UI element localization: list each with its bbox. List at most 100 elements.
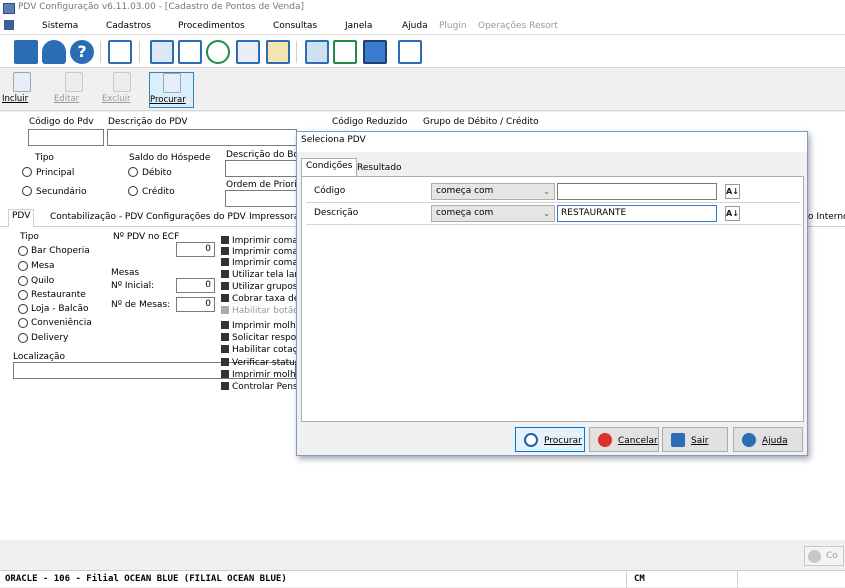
menu-sistema[interactable]: Sistema (42, 21, 78, 31)
saldo-debito-radio[interactable] (128, 167, 138, 177)
cancel-icon (598, 433, 612, 447)
option-checkbox[interactable] (221, 247, 229, 255)
help-icon (742, 433, 756, 447)
option-label: Controlar Pensã (232, 382, 304, 392)
confirm-button: Co (804, 546, 844, 566)
tipo-mesa-label: Mesa (31, 261, 55, 271)
codigo-pdv-label: Código do Pdv (29, 117, 94, 127)
editar-button: Editar (54, 72, 94, 108)
tipo-quilo-label: Quilo (31, 276, 55, 286)
menu-janela[interactable]: Janela (345, 21, 372, 31)
ordem-input[interactable] (225, 190, 297, 207)
status-divider (626, 571, 627, 588)
option-label: Habilitar cotaçã (232, 345, 304, 355)
calculator-icon[interactable] (305, 40, 329, 64)
descricao-botao-input[interactable] (225, 160, 297, 177)
menu-procedimentos[interactable]: Procedimentos (178, 21, 245, 31)
codigo-reduzido-label: Código Reduzido (332, 117, 408, 127)
ajuda-button[interactable]: Ajuda (733, 427, 803, 452)
tipo-conveniencia-radio[interactable] (18, 318, 28, 328)
option-checkbox[interactable] (221, 345, 229, 353)
incluir-button[interactable]: Incluir (2, 72, 42, 108)
mail-icon[interactable] (178, 40, 202, 64)
cancelar-button[interactable]: Cancelar (589, 427, 659, 452)
tipo-bar-radio[interactable] (18, 246, 28, 256)
send-mail-icon[interactable] (333, 40, 357, 64)
option-checkbox[interactable] (221, 294, 229, 302)
tipo-secundario-radio[interactable] (22, 186, 32, 196)
window-title: PDV Configuração v6.11.03.00 - [Cadastro… (18, 2, 304, 12)
option-checkbox[interactable] (221, 370, 229, 378)
descricao-label: Descrição do PDV (108, 117, 188, 127)
menu-ajuda[interactable]: Ajuda (402, 21, 428, 31)
saldo-credito-radio[interactable] (128, 186, 138, 196)
option-checkbox[interactable] (221, 236, 229, 244)
tab-resultado[interactable]: Resultado (353, 161, 406, 175)
system-menu-icon[interactable] (4, 20, 14, 30)
tipo-delivery-label: Delivery (31, 333, 69, 343)
toolbar-separator (100, 41, 101, 63)
tipo-restaurante-radio[interactable] (18, 290, 28, 300)
option-checkbox[interactable] (221, 258, 229, 266)
option-checkbox[interactable] (221, 282, 229, 290)
help-icon[interactable]: ? (70, 40, 94, 64)
report-icon[interactable] (236, 40, 260, 64)
operator-select[interactable]: começa com ⌄ (431, 205, 555, 222)
sair-button[interactable]: Sair (662, 427, 728, 452)
inicial-input[interactable]: 0 (176, 278, 215, 293)
operator-value: começa com (436, 186, 494, 196)
option-checkbox[interactable] (221, 358, 229, 366)
dialog-title: Seleciona PDV (297, 132, 807, 152)
network-icon[interactable] (108, 40, 132, 64)
tab-contabilizacao[interactable]: Contabilização - PDV (47, 211, 146, 223)
tab-configuracoes[interactable]: Configurações do PDV (143, 211, 249, 223)
option-label: Imprimir molho, (232, 370, 305, 380)
users-icon[interactable] (42, 40, 66, 64)
exit-icon[interactable] (14, 40, 38, 64)
procurar-dialog-button[interactable]: Procurar (515, 427, 585, 452)
check-icon (808, 550, 821, 563)
condition-field: Código (314, 186, 346, 196)
tab-pdv[interactable]: PDV (8, 209, 35, 227)
tipo-principal-radio[interactable] (22, 167, 32, 177)
codigo-pdv-input[interactable] (28, 129, 104, 146)
ecf-label: Nº PDV no ECF (113, 232, 180, 242)
tipo-conveniencia-label: Conveniência (31, 318, 92, 328)
refresh-icon[interactable] (206, 40, 230, 64)
option-checkbox[interactable] (221, 382, 229, 390)
option-checkbox[interactable] (221, 321, 229, 329)
tipo-restaurante-label: Restaurante (31, 290, 86, 300)
operator-select[interactable]: começa com ⌄ (431, 183, 555, 200)
option-label: Utilizar grupos (232, 282, 298, 292)
report-edit-icon[interactable] (266, 40, 290, 64)
num-mesas-input[interactable]: 0 (176, 297, 215, 312)
saldo-label: Saldo do Hóspede (129, 153, 211, 163)
tipo-quilo-radio[interactable] (18, 276, 28, 286)
localizacao-label: Localização (13, 352, 66, 362)
condition-row: Código começa com ⌄ A↓ (306, 181, 801, 203)
dialog-tabs: Condições Resultado (297, 153, 807, 177)
descricao-input[interactable] (107, 129, 297, 146)
mesas-label: Mesas (111, 268, 140, 278)
tipo-mesa-radio[interactable] (18, 261, 28, 271)
option-checkbox[interactable] (221, 333, 229, 341)
tipo-loja-radio[interactable] (18, 304, 28, 314)
print-icon[interactable] (150, 40, 174, 64)
menu-consultas[interactable]: Consultas (273, 21, 317, 31)
sort-az-icon[interactable]: A↓ (725, 206, 740, 221)
sort-az-icon[interactable]: A↓ (725, 184, 740, 199)
ecf-input[interactable]: 0 (176, 242, 215, 257)
seleciona-pdv-dialog: Seleciona PDV Condições Resultado Código… (296, 131, 808, 456)
card-icon[interactable] (398, 40, 422, 64)
conditions-panel: Código começa com ⌄ A↓ Descrição começa … (301, 176, 804, 422)
monitor-info-icon[interactable] (363, 40, 387, 64)
tab-condicoes[interactable]: Condições (301, 158, 358, 177)
procurar-button[interactable]: Procurar (149, 72, 194, 108)
descricao-value-input[interactable]: RESTAURANTE (557, 205, 717, 222)
option-checkbox[interactable] (221, 270, 229, 278)
tipo-principal-label: Principal (36, 168, 75, 178)
tipo-delivery-radio[interactable] (18, 333, 28, 343)
tab-controle-interno[interactable]: o Interno (805, 211, 845, 223)
menu-cadastros[interactable]: Cadastros (106, 21, 151, 31)
codigo-value-input[interactable] (557, 183, 717, 200)
